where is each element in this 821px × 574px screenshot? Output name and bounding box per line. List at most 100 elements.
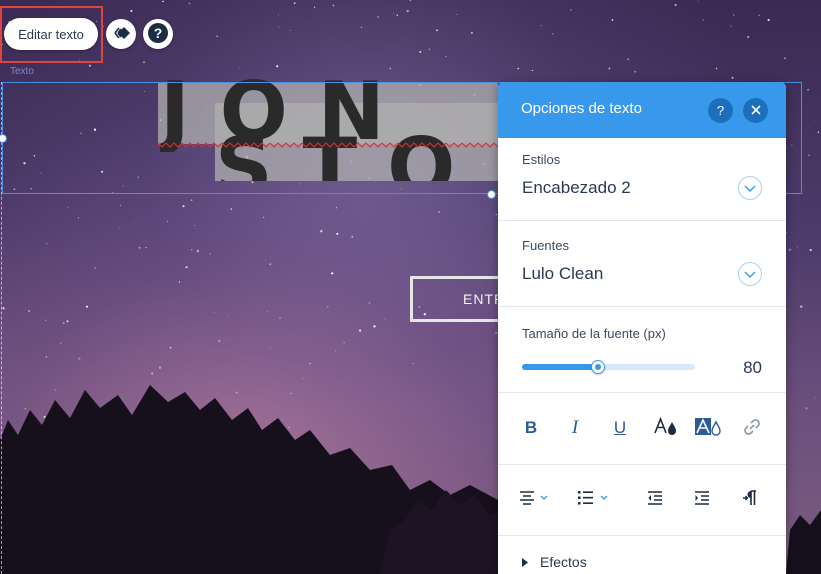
star: [758, 14, 760, 16]
star: [385, 252, 387, 254]
link-button[interactable]: [738, 414, 766, 442]
star: [674, 4, 677, 6]
indent-button[interactable]: [688, 485, 716, 513]
text-color-button[interactable]: [652, 414, 680, 442]
effects-label: Efectos: [540, 554, 587, 570]
star: [194, 225, 196, 227]
star: [412, 362, 414, 365]
font-size-section: Tamaño de la fuente (px) 80: [498, 307, 786, 393]
star: [279, 317, 282, 320]
star: [151, 372, 154, 375]
star: [191, 199, 193, 201]
star: [470, 31, 473, 34]
resize-handle-bottom[interactable]: [487, 190, 496, 199]
indent-icon: [694, 490, 710, 509]
star: [230, 208, 232, 210]
element-type-label: Texto: [10, 66, 34, 77]
star: [138, 246, 141, 249]
star: [269, 263, 272, 266]
star: [327, 306, 329, 308]
outdent-button[interactable]: [641, 485, 669, 513]
star: [800, 305, 803, 308]
star: [266, 311, 268, 313]
edit-text-button[interactable]: Editar texto: [4, 18, 98, 50]
star: [393, 13, 395, 15]
highlight-color-button[interactable]: [694, 414, 722, 442]
svg-text:?: ?: [154, 25, 163, 41]
link-icon: [742, 417, 762, 440]
star: [185, 266, 188, 269]
star: [293, 2, 296, 4]
star: [409, 0, 412, 1]
star: [730, 25, 732, 27]
star: [88, 64, 91, 67]
star: [368, 302, 371, 304]
star: [196, 249, 200, 253]
panel-close-button[interactable]: [743, 98, 768, 123]
star: [495, 332, 497, 334]
underline-button[interactable]: U: [606, 414, 634, 442]
alignment-section: [498, 465, 786, 536]
star: [162, 0, 164, 3]
text-direction-button[interactable]: [736, 485, 764, 513]
star: [808, 127, 810, 128]
styles-dropdown-button[interactable]: [738, 176, 762, 200]
outdent-icon: [647, 490, 663, 509]
star: [145, 247, 147, 248]
font-size-value[interactable]: 80: [743, 358, 762, 378]
star: [67, 206, 69, 208]
star: [733, 14, 735, 16]
star: [178, 281, 181, 283]
bullet-list-icon: [577, 490, 613, 509]
fonts-dropdown-button[interactable]: [738, 262, 762, 286]
font-size-slider[interactable]: [522, 360, 695, 374]
bold-icon: B: [524, 418, 538, 437]
star: [134, 221, 135, 222]
star: [540, 25, 542, 27]
star: [276, 65, 279, 68]
bold-button[interactable]: B: [517, 414, 545, 442]
panel-help-button[interactable]: ?: [708, 98, 733, 123]
star: [360, 26, 362, 28]
star: [808, 154, 810, 156]
underline-icon: U: [613, 418, 627, 437]
star: [277, 14, 279, 16]
star: [767, 18, 770, 22]
star: [807, 88, 809, 91]
star: [119, 204, 121, 206]
chevron-down-icon: [744, 181, 756, 196]
help-button[interactable]: ?: [143, 19, 173, 49]
enter-button[interactable]: ENTR: [410, 276, 510, 322]
caret-right-icon: [522, 554, 528, 570]
star: [28, 309, 31, 312]
star: [214, 312, 216, 314]
star: [169, 346, 172, 349]
highlight-color-icon: [694, 416, 722, 441]
font-size-slider-thumb[interactable]: [591, 360, 606, 374]
effects-toggle[interactable]: Efectos: [522, 554, 587, 570]
animation-button[interactable]: [106, 19, 136, 49]
panel-title: Opciones de texto: [521, 100, 642, 117]
star: [731, 76, 734, 79]
align-dropdown-button[interactable]: [518, 485, 554, 513]
star: [320, 230, 323, 233]
star: [335, 207, 338, 209]
star: [715, 67, 718, 70]
star: [302, 378, 304, 379]
star: [445, 56, 447, 58]
star: [218, 339, 221, 343]
star: [611, 19, 614, 21]
star: [784, 57, 786, 60]
star: [570, 9, 572, 11]
fonts-value[interactable]: Lulo Clean: [522, 264, 603, 284]
star: [2, 307, 5, 310]
star: [85, 305, 89, 308]
italic-button[interactable]: I: [561, 414, 589, 442]
list-dropdown-button[interactable]: [576, 485, 614, 513]
styles-value[interactable]: Encabezado 2: [522, 178, 631, 198]
star: [336, 232, 339, 235]
star: [278, 26, 280, 28]
star: [309, 362, 311, 365]
star: [118, 227, 120, 229]
font-size-slider-fill: [522, 364, 599, 370]
